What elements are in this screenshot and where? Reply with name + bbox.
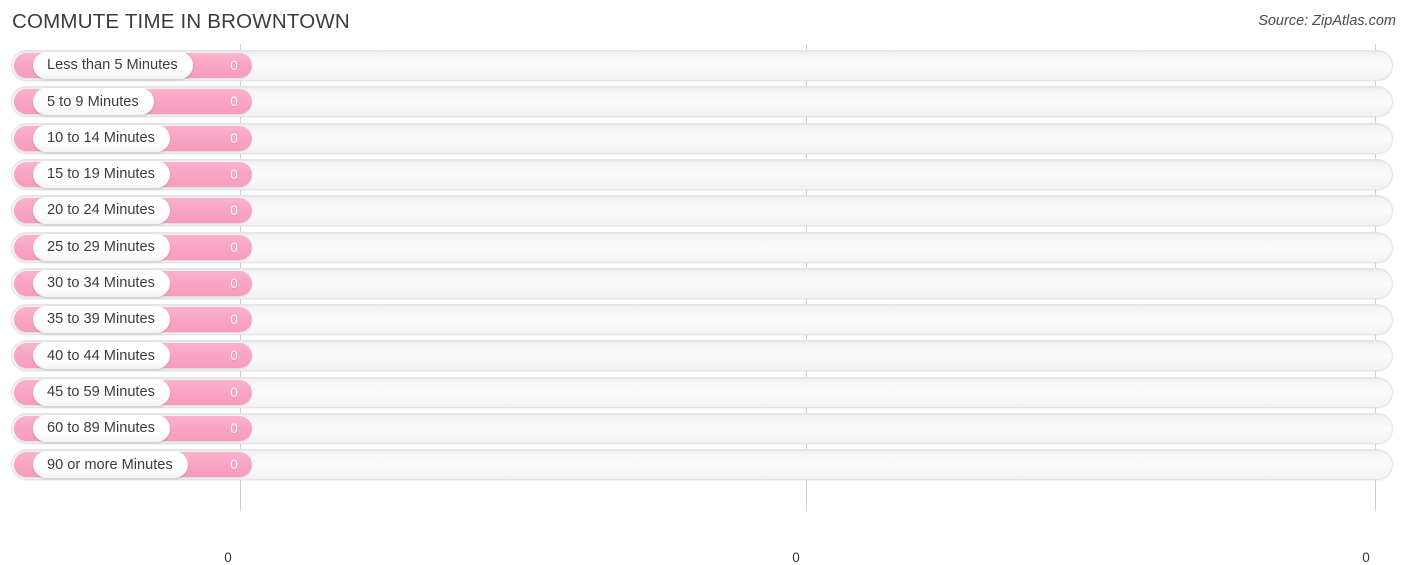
category-label-pill: 45 to 59 Minutes xyxy=(33,378,170,406)
bar-row[interactable]: 40 to 44 Minutes 0 xyxy=(11,340,1393,372)
bar-row[interactable]: 60 to 89 Minutes 0 xyxy=(11,413,1393,444)
bar-row[interactable]: 5 to 9 Minutes 0 xyxy=(11,86,1393,118)
category-label: 90 or more Minutes xyxy=(47,456,173,473)
bar-row[interactable]: Less than 5 Minutes 0 xyxy=(11,50,1393,81)
category-label: 20 to 24 Minutes xyxy=(47,202,155,219)
category-label: 60 to 89 Minutes xyxy=(47,420,155,437)
bar-row[interactable]: 10 to 14 Minutes 0 xyxy=(11,122,1393,154)
category-label-pill: Less than 5 Minutes xyxy=(33,52,193,79)
category-label: 5 to 9 Minutes xyxy=(47,93,139,110)
plot-area: Less than 5 Minutes 0 5 to 9 Minutes 0 10 to… xyxy=(0,44,1406,565)
bar-row[interactable]: 20 to 24 Minutes 0 xyxy=(11,195,1393,227)
category-label-pill: 35 to 39 Minutes xyxy=(33,306,170,334)
bar-row[interactable]: 30 to 34 Minutes 0 xyxy=(11,267,1393,299)
category-label: 40 to 44 Minutes xyxy=(47,347,155,364)
category-label-pill: 10 to 14 Minutes xyxy=(33,124,170,152)
category-label: 10 to 14 Minutes xyxy=(47,129,155,146)
x-axis-tick-label: 0 xyxy=(1362,550,1370,565)
x-axis-tick-label: 0 xyxy=(224,550,232,565)
bar-row[interactable]: 45 to 59 Minutes 0 xyxy=(11,376,1393,408)
chart-header: COMMUTE TIME IN BROWNTOWN Source: ZipAtl… xyxy=(0,0,1406,44)
category-label-pill: 25 to 29 Minutes xyxy=(33,233,170,261)
bar-row[interactable]: 35 to 39 Minutes 0 xyxy=(11,304,1393,336)
category-label-pill: 5 to 9 Minutes xyxy=(33,88,154,116)
chart-root: COMMUTE TIME IN BROWNTOWN Source: ZipAtl… xyxy=(0,0,1406,565)
x-axis: 0 0 0 xyxy=(0,511,1406,565)
category-label-pill: 30 to 34 Minutes xyxy=(33,269,170,297)
category-label: 30 to 34 Minutes xyxy=(47,275,155,291)
category-label-pill: 60 to 89 Minutes xyxy=(33,415,170,442)
category-label-pill: 20 to 24 Minutes xyxy=(33,197,170,225)
category-label: 15 to 19 Minutes xyxy=(47,166,155,183)
bar-row[interactable]: 15 to 19 Minutes 0 xyxy=(11,158,1393,190)
bar-row[interactable]: 90 or more Minutes 0 xyxy=(11,449,1393,481)
source-label: Source: ZipAtlas.com xyxy=(1258,13,1396,29)
category-label: Less than 5 Minutes xyxy=(47,57,178,74)
bar-row[interactable]: 25 to 29 Minutes 0 xyxy=(11,231,1393,263)
category-label-pill: 15 to 19 Minutes xyxy=(33,160,170,188)
category-label: 45 to 59 Minutes xyxy=(47,383,155,400)
category-label: 35 to 39 Minutes xyxy=(47,311,155,328)
x-axis-tick-label: 0 xyxy=(792,550,800,565)
category-label: 25 to 29 Minutes xyxy=(47,238,155,255)
category-label-pill: 40 to 44 Minutes xyxy=(33,342,170,370)
category-label-pill: 90 or more Minutes xyxy=(33,451,188,479)
page-title: COMMUTE TIME IN BROWNTOWN xyxy=(12,10,350,33)
